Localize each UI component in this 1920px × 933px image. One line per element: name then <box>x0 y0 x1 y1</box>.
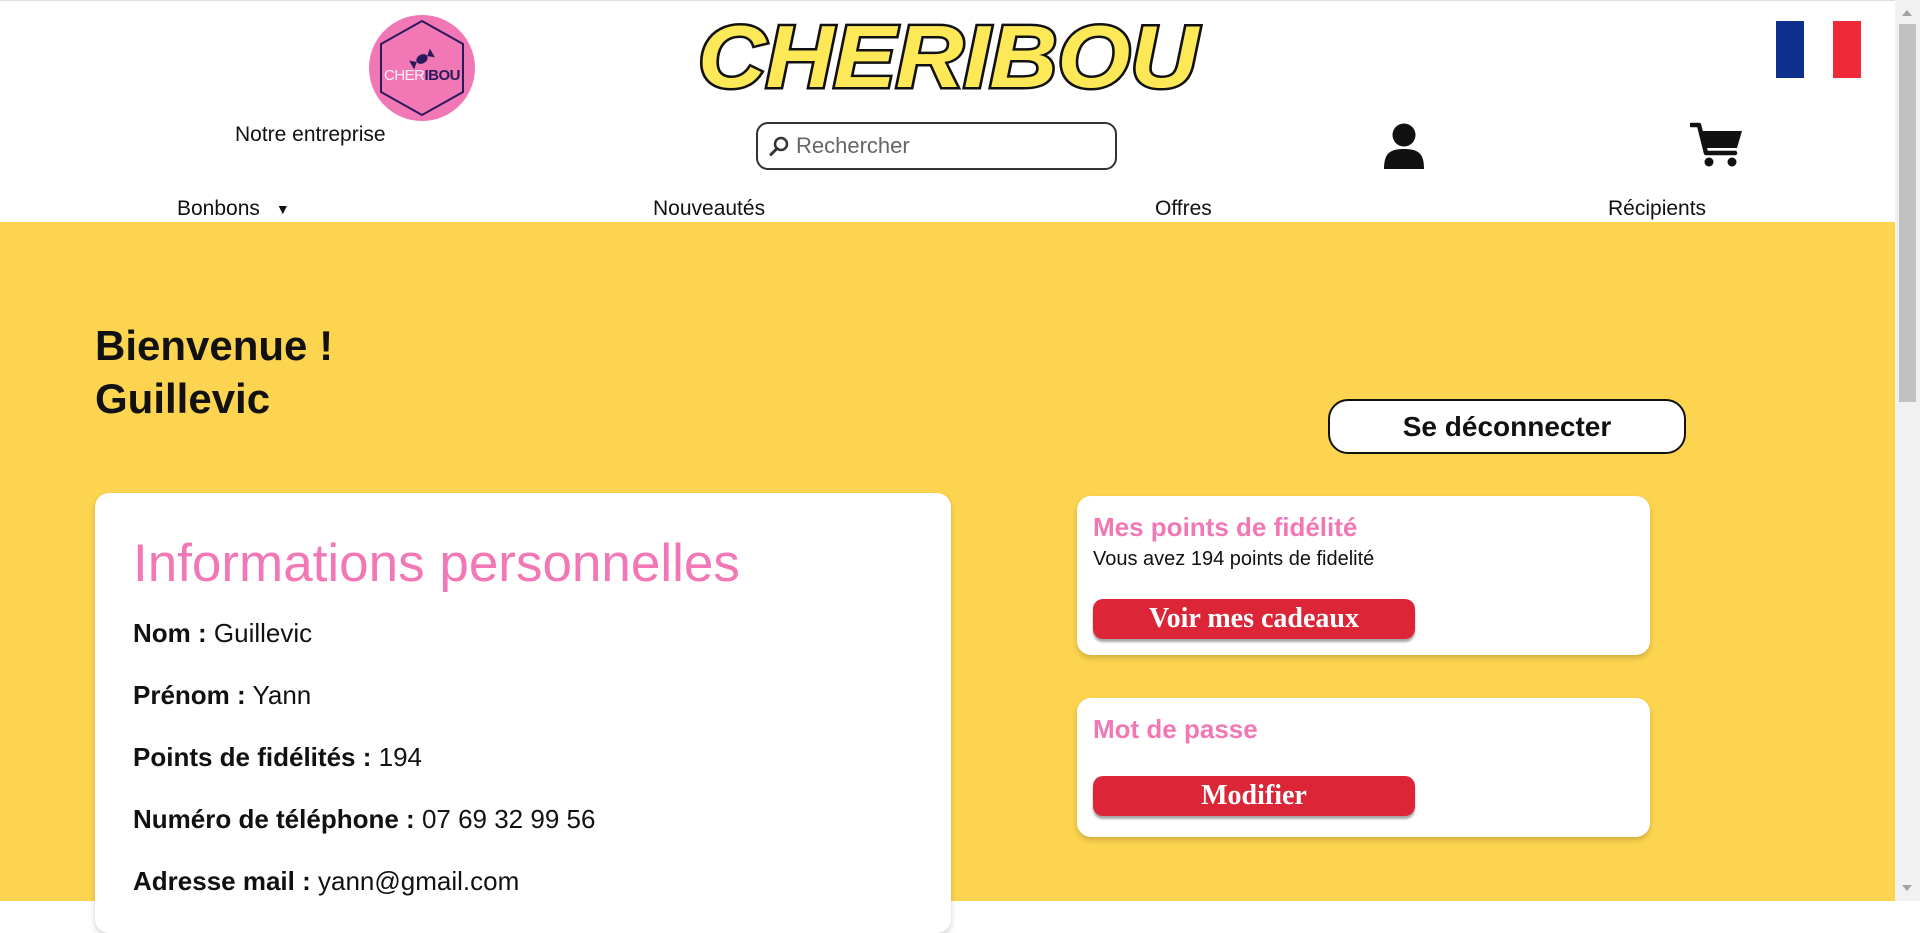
shopping-cart-icon[interactable] <box>1690 121 1744 169</box>
search-icon <box>769 136 789 156</box>
flag-stripe-blue <box>1776 21 1805 78</box>
scroll-up-arrow-icon[interactable] <box>1902 10 1912 16</box>
search-box[interactable] <box>756 122 1117 170</box>
nav-item-offres[interactable]: Offres <box>1155 197 1212 221</box>
search-input[interactable] <box>794 132 1098 160</box>
info-row-email: Adresse mail : yann@gmail.com <box>133 866 519 897</box>
site-header: CHERIBOU Notre entreprise CHERIBOU Bonbo… <box>0 0 1895 223</box>
dropdown-caret-icon: ▼ <box>275 201 290 218</box>
user-account-icon[interactable] <box>1382 123 1426 171</box>
info-row-nom: Nom : Guillevic <box>133 618 312 649</box>
nav-item-label: Bonbons <box>177 197 260 220</box>
welcome-username: Guillevic <box>95 375 271 422</box>
modify-password-button[interactable]: Modifier <box>1093 776 1415 816</box>
main-navigation: Bonbons ▼ Nouveautés Offres Récipients <box>0 197 1895 223</box>
loyalty-title: Mes points de fidélité <box>1093 512 1358 542</box>
account-page: Bienvenue ! Guillevic Se déconnecter Inf… <box>0 222 1895 933</box>
scroll-down-arrow-icon[interactable] <box>1902 885 1912 891</box>
logo-text: CHERIBOU <box>383 66 461 84</box>
loyalty-points-card: Mes points de fidélité Vous avez 194 poi… <box>1077 496 1650 655</box>
info-value: Guillevic <box>213 618 313 648</box>
info-label: Nom : <box>133 618 207 648</box>
info-row-prenom: Prénom : Yann <box>133 680 311 711</box>
nav-item-nouveautes[interactable]: Nouveautés <box>653 197 765 221</box>
info-value: 07 69 32 99 56 <box>421 804 596 834</box>
flag-stripe-white <box>1804 21 1833 78</box>
logo-text-ibou: IBOU <box>424 66 461 84</box>
welcome-line: Bienvenue ! <box>95 322 334 369</box>
cheribou-logo[interactable]: CHERIBOU <box>369 15 475 121</box>
view-gifts-button[interactable]: Voir mes cadeaux <box>1093 599 1415 639</box>
password-title: Mot de passe <box>1093 714 1258 744</box>
info-label: Adresse mail : <box>133 866 311 896</box>
loyalty-text: Vous avez 194 points de fidelité <box>1093 548 1375 570</box>
scrollbar-thumb[interactable] <box>1899 24 1916 402</box>
info-value: yann@gmail.com <box>317 866 520 896</box>
company-link[interactable]: Notre entreprise <box>235 123 386 147</box>
welcome-heading: Bienvenue ! Guillevic <box>95 319 333 425</box>
info-row-points: Points de fidélités : 194 <box>133 742 422 773</box>
info-value: Yann <box>252 680 312 710</box>
info-label: Prénom : <box>133 680 246 710</box>
nav-item-bonbons[interactable]: Bonbons ▼ <box>177 197 290 221</box>
personal-info-title: Informations personnelles <box>133 534 740 593</box>
flag-stripe-red <box>1832 21 1861 78</box>
info-label: Numéro de téléphone : <box>133 804 415 834</box>
info-label: Points de fidélités : <box>133 742 372 772</box>
french-flag-icon[interactable] <box>1776 21 1861 78</box>
logo-text-cher: CHER <box>383 66 425 84</box>
personal-info-card: Informations personnelles Nom : Guillevi… <box>95 493 951 933</box>
password-card: Mot de passe Modifier <box>1077 698 1650 837</box>
info-value: 194 <box>378 742 422 772</box>
logout-button[interactable]: Se déconnecter <box>1328 399 1686 454</box>
page-scrollbar[interactable] <box>1895 0 1920 901</box>
info-row-telephone: Numéro de téléphone : 07 69 32 99 56 <box>133 804 595 835</box>
nav-item-recipients[interactable]: Récipients <box>1608 197 1706 221</box>
brand-wordmark[interactable]: CHERIBOU <box>688 7 1208 107</box>
brand-text: CHERIBOU <box>698 7 1201 106</box>
